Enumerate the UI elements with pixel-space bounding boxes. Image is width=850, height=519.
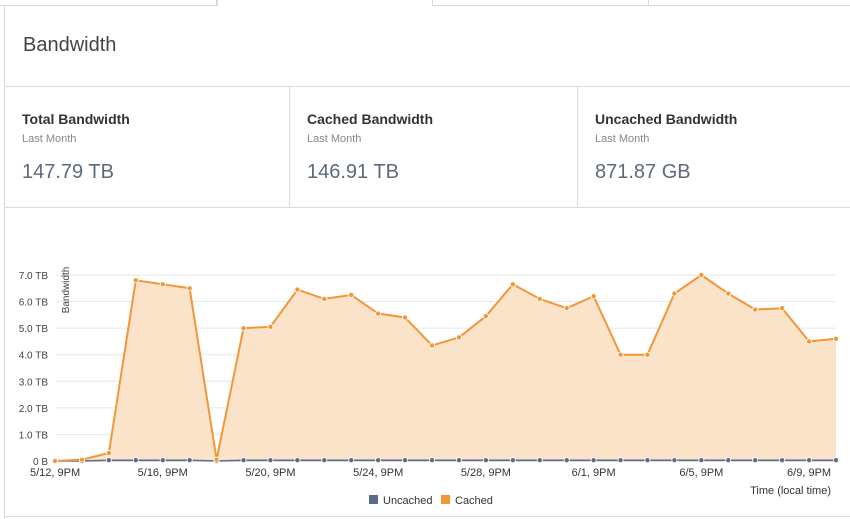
x-tick-label: 5/12, 9PM bbox=[30, 467, 80, 479]
data-point-uncached bbox=[240, 457, 247, 464]
data-point-cached bbox=[348, 291, 355, 298]
data-point-uncached bbox=[617, 457, 624, 464]
data-point-uncached bbox=[644, 457, 651, 464]
chart-legend: Uncached Cached bbox=[369, 495, 493, 507]
data-point-cached bbox=[671, 290, 678, 297]
data-point-uncached bbox=[267, 457, 274, 464]
data-point-cached bbox=[240, 325, 247, 332]
data-point-cached bbox=[321, 295, 328, 302]
data-point-cached bbox=[402, 314, 409, 321]
x-axis-label: Time (local time) bbox=[750, 485, 831, 497]
legend-label-cached[interactable]: Cached bbox=[455, 495, 493, 507]
y-tick-label: 4.0 TB bbox=[19, 351, 49, 362]
x-axis-ticks: 5/12, 9PM 5/16, 9PM 5/20, 9PM 5/24, 9PM 5/28… bbox=[30, 467, 831, 479]
data-point-uncached bbox=[105, 457, 112, 464]
data-point-cached bbox=[536, 295, 543, 302]
data-point-uncached bbox=[563, 457, 570, 464]
data-point-uncached bbox=[698, 457, 705, 464]
x-tick-label: 6/1, 9PM bbox=[572, 467, 616, 479]
cached-area bbox=[55, 275, 836, 461]
data-point-uncached bbox=[833, 457, 840, 464]
y-tick-label: 3.0 TB bbox=[19, 377, 49, 388]
data-point-cached bbox=[429, 342, 436, 349]
data-point-cached bbox=[779, 305, 786, 312]
data-point-uncached bbox=[509, 457, 516, 464]
data-point-uncached bbox=[752, 457, 759, 464]
data-point-cached bbox=[563, 305, 570, 312]
data-point-uncached bbox=[321, 457, 328, 464]
data-point-uncached bbox=[806, 457, 813, 464]
data-point-cached bbox=[590, 293, 597, 300]
data-point-uncached bbox=[375, 457, 382, 464]
data-point-cached bbox=[267, 323, 274, 330]
y-tick-label: 1.0 TB bbox=[19, 430, 49, 441]
data-point-cached bbox=[698, 271, 705, 278]
data-point-uncached bbox=[779, 457, 786, 464]
data-point-uncached bbox=[159, 457, 166, 464]
data-point-cached bbox=[806, 338, 813, 345]
x-tick-label: 6/9, 9PM bbox=[787, 467, 831, 479]
data-point-cached bbox=[482, 313, 489, 320]
x-tick-label: 5/28, 9PM bbox=[461, 467, 511, 479]
y-axis-ticks: 0 B1.0 TB2.0 TB3.0 TB4.0 TB5.0 TB6.0 TB7… bbox=[19, 271, 49, 468]
x-tick-label: 5/16, 9PM bbox=[138, 467, 188, 479]
y-tick-label: 7.0 TB bbox=[19, 271, 49, 282]
x-tick-label: 5/20, 9PM bbox=[245, 467, 295, 479]
data-point-cached bbox=[752, 306, 759, 313]
data-point-cached bbox=[833, 335, 840, 342]
data-point-cached bbox=[617, 351, 624, 358]
data-point-cached bbox=[725, 290, 732, 297]
data-point-uncached bbox=[725, 457, 732, 464]
x-tick-label: 6/5, 9PM bbox=[679, 467, 723, 479]
data-point-cached bbox=[455, 334, 462, 341]
data-point-cached bbox=[644, 351, 651, 358]
data-point-cached bbox=[159, 281, 166, 288]
data-point-uncached bbox=[402, 457, 409, 464]
data-point-cached bbox=[509, 281, 516, 288]
x-tick-label: 5/24, 9PM bbox=[353, 467, 403, 479]
legend-label-uncached[interactable]: Uncached bbox=[383, 495, 433, 507]
data-point-uncached bbox=[429, 457, 436, 464]
data-point-cached bbox=[52, 457, 59, 464]
data-point-uncached bbox=[671, 457, 678, 464]
cached-area-fill bbox=[55, 275, 836, 461]
y-tick-label: 6.0 TB bbox=[19, 298, 49, 309]
data-point-uncached bbox=[348, 457, 355, 464]
legend-swatch-cached[interactable] bbox=[441, 495, 450, 504]
data-point-cached bbox=[78, 456, 85, 463]
legend-swatch-uncached[interactable] bbox=[369, 495, 378, 504]
y-tick-label: 5.0 TB bbox=[19, 324, 49, 335]
data-point-cached bbox=[132, 277, 139, 284]
data-point-uncached bbox=[294, 457, 301, 464]
data-point-uncached bbox=[536, 457, 543, 464]
data-point-uncached bbox=[132, 457, 139, 464]
data-point-cached bbox=[105, 450, 112, 457]
data-point-cached bbox=[186, 285, 193, 292]
data-point-uncached bbox=[186, 457, 193, 464]
bandwidth-chart: 0 B1.0 TB2.0 TB3.0 TB4.0 TB5.0 TB6.0 TB7… bbox=[19, 267, 840, 507]
y-axis-label: Bandwidth bbox=[61, 267, 72, 314]
data-point-cached bbox=[213, 456, 220, 463]
series-line-uncached bbox=[55, 459, 836, 462]
data-point-uncached bbox=[482, 457, 489, 464]
data-point-cached bbox=[294, 286, 301, 293]
data-point-uncached bbox=[455, 457, 462, 464]
y-tick-label: 2.0 TB bbox=[19, 404, 49, 415]
data-point-uncached bbox=[590, 457, 597, 464]
data-point-cached bbox=[375, 310, 382, 317]
